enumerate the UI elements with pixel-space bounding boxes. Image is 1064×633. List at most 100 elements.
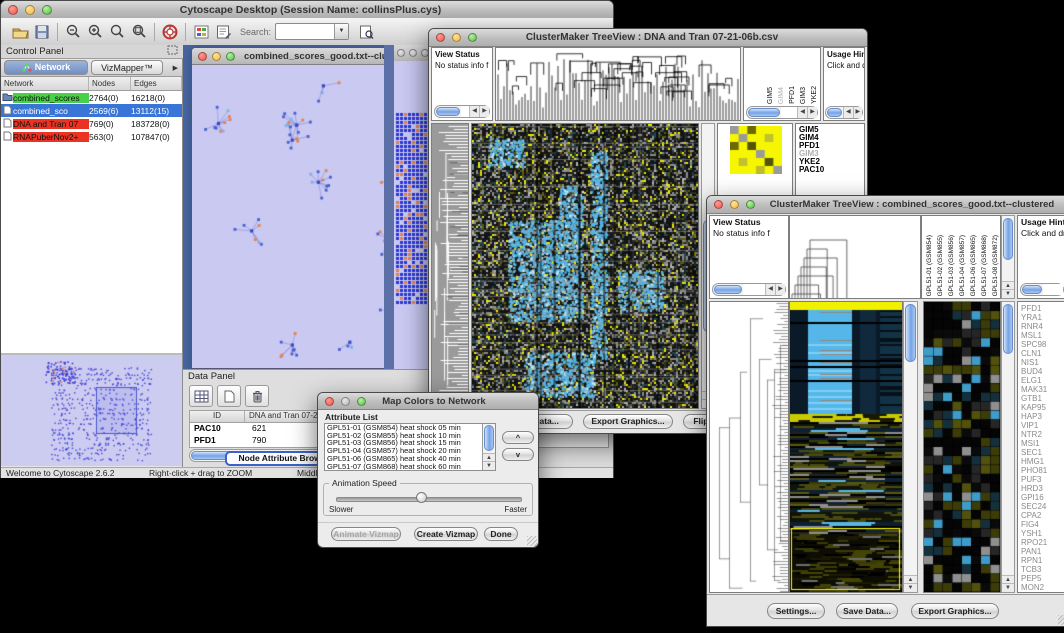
gene-label[interactable]: HMG1 (1021, 457, 1064, 466)
settings-button[interactable]: Settings... (767, 603, 825, 619)
gene-label[interactable]: GPI16 (1021, 493, 1064, 502)
gene-label[interactable]: TCB3 (1021, 565, 1064, 574)
dialog-titlebar[interactable]: Map Colors to Network (318, 393, 538, 410)
gene-label[interactable]: SEC24 (1021, 502, 1064, 511)
zoom-matrix-canvas[interactable] (730, 126, 782, 174)
resize-grip[interactable] (527, 536, 537, 546)
close-button[interactable] (8, 5, 18, 15)
gene-label[interactable]: PHO81 (1021, 466, 1064, 475)
minimize-button[interactable] (25, 5, 35, 15)
gene-label[interactable]: KAP95 (1021, 403, 1064, 412)
gene-label[interactable]: MON2 (1021, 583, 1064, 592)
move-down-button[interactable]: v (502, 448, 534, 461)
vizmapper-tool-button[interactable] (190, 22, 212, 42)
gene-label[interactable]: HRD3 (1021, 484, 1064, 493)
heatmap-vscrollbar[interactable]: ▲ ▼ (903, 301, 918, 593)
zoom-fit-button[interactable] (106, 22, 128, 42)
gene-label[interactable]: FIG4 (1021, 520, 1064, 529)
gene-label[interactable]: PEP5 (1021, 574, 1064, 583)
scroll-right-icon[interactable]: ▶ (807, 107, 817, 118)
id-column-header[interactable]: ID (190, 411, 245, 422)
gene-label[interactable]: CPA2 (1021, 511, 1064, 520)
minimize-button[interactable] (409, 49, 417, 57)
gene-label[interactable]: GIM5 (799, 126, 864, 134)
minimize-button[interactable] (341, 397, 350, 406)
scrollbar-thumb[interactable] (436, 107, 460, 116)
gene-label[interactable]: HAP3 (1021, 412, 1064, 421)
column-label[interactable]: GIM4 (777, 87, 786, 104)
scrollbar-thumb[interactable] (484, 425, 494, 451)
close-button[interactable] (397, 49, 405, 57)
col-edges[interactable]: Edges (131, 77, 182, 90)
slider-thumb[interactable] (416, 492, 427, 503)
attribute-list-item[interactable]: GPL51-07 (GSM868) heat shock 60 min (325, 463, 495, 471)
column-label[interactable]: PFD1 (788, 86, 797, 104)
gene-label[interactable]: RPO21 (1021, 538, 1064, 547)
column-dendrogram-canvas[interactable] (496, 48, 740, 120)
scroll-down-icon[interactable]: ▼ (1002, 583, 1014, 592)
column-label[interactable]: GPL51-02 (GSM855) (936, 235, 945, 296)
scrollbar-thumb[interactable] (748, 108, 780, 117)
gene-label[interactable]: MSI1 (1021, 439, 1064, 448)
view-status-hscrollbar[interactable]: ◀▶ (712, 283, 786, 296)
scrollbar-thumb[interactable] (1022, 285, 1042, 294)
network-table-row[interactable]: combined_sco 2569(6) 13112(15) (1, 104, 182, 117)
table-mode-button[interactable] (189, 385, 213, 407)
new-attribute-button[interactable] (217, 385, 241, 407)
done-button[interactable]: Done (484, 527, 518, 541)
column-label[interactable]: GPL51-07 (GSM868) (980, 235, 989, 296)
tab-overflow-arrow[interactable]: ▶ (173, 64, 178, 72)
zoom-heatmap-vscrollbar[interactable]: ▲ ▼ (1001, 301, 1015, 593)
open-session-button[interactable] (9, 22, 31, 42)
search-input[interactable]: ▼ (275, 23, 349, 40)
close-button[interactable] (714, 200, 723, 209)
column-labels-hscrollbar[interactable]: ◀▶ (746, 106, 818, 119)
heatmap-canvas[interactable] (790, 302, 902, 592)
zoom-selected-button[interactable] (128, 22, 150, 42)
gene-label[interactable]: PUF3 (1021, 475, 1064, 484)
gene-label[interactable]: VIP1 (1021, 421, 1064, 430)
minimize-button[interactable] (212, 52, 221, 61)
gene-label[interactable]: GIM3 (799, 150, 864, 158)
column-dendrogram-canvas[interactable] (790, 216, 920, 298)
zoom-button[interactable] (468, 33, 477, 42)
scroll-down-icon[interactable]: ▼ (904, 583, 917, 592)
zoom-button[interactable] (357, 397, 366, 406)
gene-label[interactable]: PFD1 (799, 142, 864, 150)
gene-label[interactable]: BUD4 (1021, 367, 1064, 376)
gene-label[interactable]: PAN1 (1021, 547, 1064, 556)
dense-network-canvas[interactable] (395, 111, 431, 307)
scroll-left-icon[interactable]: ◀ (469, 106, 479, 117)
scroll-left-icon[interactable]: ◀ (797, 107, 807, 118)
gene-label[interactable]: ELG1 (1021, 376, 1064, 385)
column-label[interactable]: GPL51-03 (GSM856) (947, 235, 956, 296)
gene-label[interactable]: MAK31 (1021, 385, 1064, 394)
network-table-row[interactable]: DNA and Tran 07 769(0) 183728(0) (1, 117, 182, 130)
gene-label[interactable]: MSL1 (1021, 331, 1064, 340)
help-button[interactable] (159, 22, 181, 42)
column-label[interactable]: GPL51-08 (GSM872) (991, 235, 1000, 296)
scroll-right-icon[interactable]: ▶ (775, 284, 785, 295)
scroll-left-icon[interactable]: ◀ (843, 107, 852, 118)
close-button[interactable] (436, 33, 445, 42)
minimize-button[interactable] (452, 33, 461, 42)
zoom-button[interactable] (226, 52, 235, 61)
column-label[interactable]: GPL51-01 (GSM854) (925, 235, 934, 296)
animation-speed-slider[interactable] (336, 497, 522, 502)
treeview-combined-titlebar[interactable]: ClusterMaker TreeView : combined_scores_… (707, 196, 1064, 214)
scrollbar-thumb[interactable] (1003, 218, 1013, 260)
gene-label[interactable]: YKE2 (799, 158, 864, 166)
export-graphics-button[interactable]: Export Graphics... (911, 603, 999, 619)
zoom-button[interactable] (746, 200, 755, 209)
col-nodes[interactable]: Nodes (89, 77, 131, 90)
float-panel-icon[interactable] (167, 45, 178, 58)
col-network[interactable]: Network (1, 77, 89, 90)
close-button[interactable] (325, 397, 334, 406)
delete-attribute-button[interactable] (245, 385, 269, 407)
tab-vizmapper[interactable]: VizMapper™ (91, 60, 163, 75)
scroll-down-icon[interactable]: ▼ (483, 461, 495, 470)
move-up-button[interactable]: ^ (502, 431, 534, 444)
gene-label[interactable]: CLN1 (1021, 349, 1064, 358)
gene-label[interactable]: RNR4 (1021, 322, 1064, 331)
column-label[interactable]: YKE2 (810, 86, 819, 104)
